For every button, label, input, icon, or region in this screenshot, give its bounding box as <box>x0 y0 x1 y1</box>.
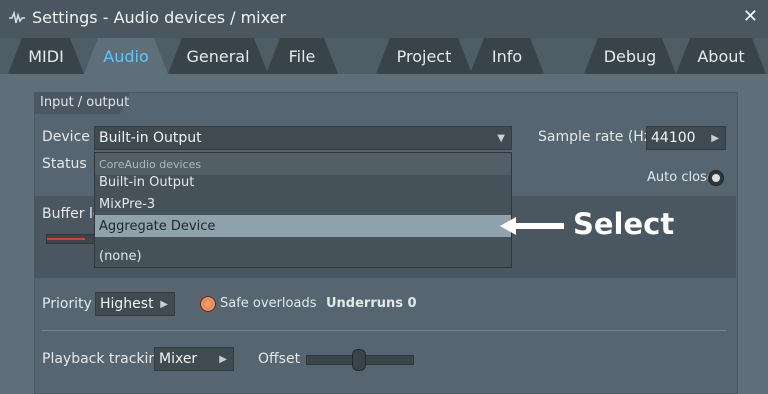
waveform-icon <box>9 10 25 24</box>
sample-rate-value: 44100 <box>651 130 696 146</box>
window-title: Settings - Audio devices / mixer <box>32 8 287 27</box>
title-bar: Settings - Audio devices / mixer ✕ <box>0 0 768 38</box>
safe-overloads-label: Safe overloads <box>220 296 317 311</box>
priority-select[interactable]: Highest ▶ <box>95 292 175 316</box>
chevron-down-icon: ▼ <box>497 132 505 144</box>
offset-slider-knob[interactable] <box>352 349 366 371</box>
device-dropdown-list: CoreAudio devices Built-in Output MixPre… <box>94 152 512 268</box>
tab-file[interactable]: File <box>266 38 338 74</box>
dropdown-item-aggregate-device[interactable]: Aggregate Device <box>95 215 511 237</box>
tab-debug[interactable]: Debug <box>584 38 676 74</box>
dropdown-item-none[interactable]: (none) <box>95 245 511 267</box>
device-label: Device <box>42 129 90 145</box>
priority-value: Highest <box>100 296 154 312</box>
device-value: Built-in Output <box>99 130 202 146</box>
priority-label: Priority <box>42 296 92 312</box>
sample-rate-label: Sample rate (Hz) <box>538 129 657 145</box>
offset-label: Offset <box>258 351 301 367</box>
sample-rate-select[interactable]: 44100 ▶ <box>646 126 726 150</box>
buffer-length-label: Buffer le <box>42 206 102 222</box>
playback-tracking-select[interactable]: Mixer ▶ <box>154 347 234 371</box>
radio-dot <box>205 301 211 307</box>
buffer-length-slider[interactable] <box>46 234 96 244</box>
safe-overloads-radio[interactable] <box>200 296 216 312</box>
dropdown-item-mixpre-3[interactable]: MixPre-3 <box>95 193 511 215</box>
playback-tracking-label: Playback tracking <box>42 351 167 367</box>
auto-close-radio[interactable] <box>708 170 724 186</box>
tab-general[interactable]: General <box>168 38 268 74</box>
tab-bar: MIDI Audio General File Project Info Deb… <box>0 34 768 74</box>
status-label: Status <box>42 156 87 172</box>
chevron-right-icon: ▶ <box>219 353 227 365</box>
chevron-right-icon: ▶ <box>711 132 719 144</box>
divider <box>42 330 726 331</box>
close-icon[interactable]: ✕ <box>743 6 758 27</box>
tab-project[interactable]: Project <box>376 38 472 74</box>
dropdown-item-built-in-output[interactable]: Built-in Output <box>95 171 511 193</box>
select-annotation: Select <box>573 207 675 241</box>
playback-tracking-value: Mixer <box>159 351 198 367</box>
arrow-left-icon <box>500 217 564 235</box>
section-title: Input / output <box>40 95 130 110</box>
buffer-fill <box>47 238 85 240</box>
radio-dot <box>712 174 720 182</box>
tab-audio[interactable]: Audio <box>84 38 168 74</box>
tab-about[interactable]: About <box>676 38 766 74</box>
auto-close-label: Auto close <box>647 170 715 185</box>
underruns-label: Underruns 0 <box>326 296 417 311</box>
chevron-right-icon: ▶ <box>160 298 168 310</box>
device-select[interactable]: Built-in Output ▼ <box>94 126 512 150</box>
tab-info[interactable]: Info <box>470 38 544 74</box>
tab-midi[interactable]: MIDI <box>8 38 84 74</box>
